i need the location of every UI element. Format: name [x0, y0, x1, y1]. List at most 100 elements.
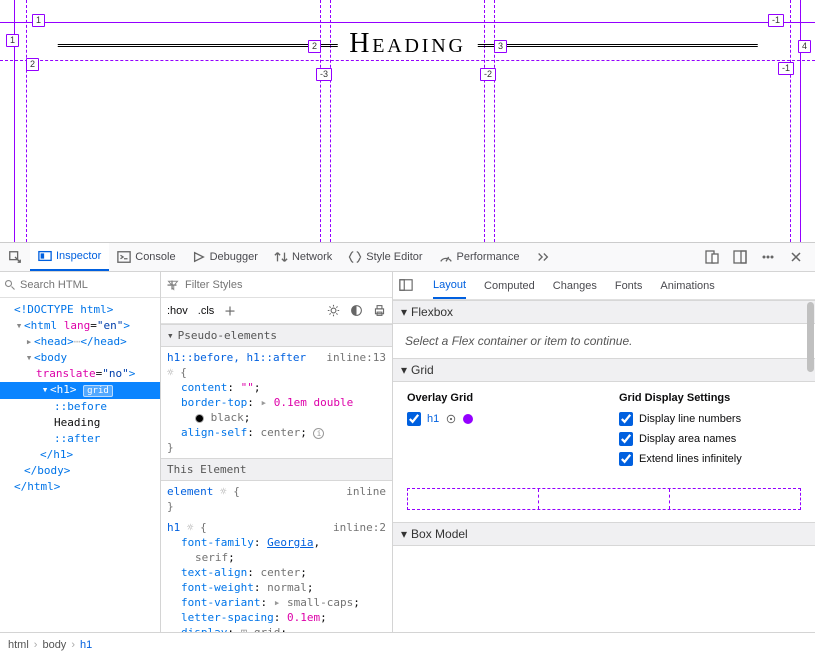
- computed-tab[interactable]: Computed: [484, 272, 535, 299]
- grid-line-h1: [0, 22, 815, 23]
- console-label: Console: [135, 251, 175, 263]
- hov-toggle[interactable]: :hov: [167, 305, 188, 317]
- console-tab[interactable]: Console: [109, 243, 183, 271]
- crumb-h1[interactable]: h1: [80, 639, 92, 651]
- pseudo-section-header[interactable]: ▾Pseudo-elements: [161, 324, 392, 347]
- grid-badge: 1: [6, 34, 19, 47]
- search-html-row: [0, 272, 160, 298]
- dom-tree[interactable]: <!DOCTYPE html> ▾<html lang="en"> ▸<head…: [0, 298, 160, 632]
- network-label: Network: [292, 251, 332, 263]
- layout-panel: Layout Computed Changes Fonts Animations…: [393, 272, 815, 632]
- sidebar-toggle-button[interactable]: [399, 278, 415, 294]
- style-editor-tab[interactable]: Style Editor: [340, 243, 430, 271]
- add-rule-button[interactable]: [224, 305, 236, 317]
- filter-styles-input[interactable]: [185, 279, 386, 291]
- light-scheme-button[interactable]: [327, 304, 340, 317]
- panels-row: <!DOCTYPE html> ▾<html lang="en"> ▸<head…: [0, 272, 815, 632]
- cls-toggle[interactable]: .cls: [198, 305, 215, 317]
- grid-section: Overlay Grid h1 Grid Display Settings Di…: [393, 382, 815, 482]
- layout-tabs: Layout Computed Changes Fonts Animations: [393, 272, 815, 300]
- grid-badge: -1: [778, 62, 794, 75]
- grid-line-v4: [790, 0, 791, 242]
- flexbox-message: Select a Flex container or item to conti…: [393, 324, 815, 358]
- line-numbers-check[interactable]: Display line numbers: [619, 412, 801, 426]
- mini-grid-preview[interactable]: [407, 488, 801, 510]
- inspector-label: Inspector: [56, 250, 101, 262]
- page-heading: Heading: [349, 28, 465, 60]
- rules-toggle-row: :hov .cls: [161, 298, 392, 324]
- grid-badge: 1: [32, 14, 45, 27]
- highlight-icon[interactable]: [445, 413, 457, 425]
- doctype-node[interactable]: <!DOCTYPE html>: [14, 303, 113, 316]
- scrollbar[interactable]: [807, 302, 814, 372]
- h1-checkbox[interactable]: [407, 412, 421, 426]
- extend-lines-check[interactable]: Extend lines infinitely: [619, 452, 801, 466]
- performance-tab[interactable]: Performance: [431, 243, 528, 271]
- overflow-tabs-button[interactable]: [528, 243, 558, 271]
- info-icon[interactable]: i: [313, 428, 324, 439]
- grid-line-h2: [0, 60, 815, 61]
- selected-node[interactable]: ▾<h1> grid: [0, 382, 160, 399]
- rule-pseudo[interactable]: h1::before, h1::after inline:13 ☼ { cont…: [161, 347, 392, 458]
- flexbox-header[interactable]: ▾Flexbox: [393, 300, 815, 324]
- search-html-input[interactable]: [20, 279, 162, 291]
- grid-badge: 3: [494, 40, 507, 53]
- rules-panel: :hov .cls ▾Pseudo-elements h1::before, h…: [161, 272, 393, 632]
- devtools-panel: Inspector Console Debugger Network Style…: [0, 242, 815, 656]
- rule-h1[interactable]: h1 ☼ { inline:2 font-family: Georgia, se…: [161, 517, 392, 632]
- grid-badge: -2: [480, 68, 496, 81]
- grid-line-v4b: [800, 0, 801, 242]
- pick-icon: [8, 250, 22, 264]
- dock-button[interactable]: [729, 246, 751, 268]
- close-devtools-button[interactable]: [785, 246, 807, 268]
- style-editor-label: Style Editor: [366, 251, 422, 263]
- grid-badge: -3: [316, 68, 332, 81]
- dark-scheme-button[interactable]: [350, 304, 363, 317]
- network-icon: [274, 250, 288, 264]
- grid-line-v2: [320, 0, 321, 242]
- grid-header[interactable]: ▾Grid: [393, 358, 815, 382]
- grid-badge: 4: [798, 40, 811, 53]
- performance-icon: [439, 250, 453, 264]
- debugger-icon: [192, 250, 206, 264]
- changes-tab[interactable]: Changes: [553, 272, 597, 299]
- crumb-body[interactable]: body: [42, 639, 66, 651]
- area-names-check[interactable]: Display area names: [619, 432, 801, 446]
- grid-line-v2b: [330, 0, 331, 242]
- inspector-icon: [38, 249, 52, 263]
- crumb-html[interactable]: html: [8, 639, 29, 651]
- debugger-tab[interactable]: Debugger: [184, 243, 266, 271]
- fonts-tab[interactable]: Fonts: [615, 272, 643, 299]
- grid-badge: 2: [308, 40, 321, 53]
- network-tab[interactable]: Network: [266, 243, 340, 271]
- chevron-right-icon: ›: [34, 639, 38, 651]
- rule-element[interactable]: element ☼ { inline }: [161, 481, 392, 517]
- animations-tab[interactable]: Animations: [660, 272, 714, 299]
- breadcrumbs: html › body › h1: [0, 632, 815, 656]
- debugger-label: Debugger: [210, 251, 258, 263]
- page-viewport: Heading 1 2 3 -1 1 2 -3 -2 4 -1: [0, 0, 815, 242]
- print-media-button[interactable]: [373, 304, 386, 317]
- inspector-tab[interactable]: Inspector: [30, 243, 109, 271]
- this-element-header: This Element: [161, 458, 392, 481]
- layout-tab[interactable]: Layout: [433, 272, 466, 299]
- rules-body: ▾Pseudo-elements h1::before, h1::after i…: [161, 324, 392, 632]
- rules-toolbar: [161, 272, 392, 298]
- more-button[interactable]: [757, 246, 779, 268]
- box-model-header[interactable]: ▾Box Model: [393, 522, 815, 546]
- filter-icon: [167, 279, 179, 291]
- chevron-double-right-icon: [536, 250, 550, 264]
- pick-element-button[interactable]: [0, 243, 30, 271]
- style-editor-icon: [348, 250, 362, 264]
- grid-line-v3b: [494, 0, 495, 242]
- grid-color-swatch[interactable]: [463, 414, 473, 424]
- display-settings-heading: Grid Display Settings: [619, 392, 801, 404]
- grid-line-v1b: [26, 0, 27, 242]
- layout-body: ▾Flexbox Select a Flex container or item…: [393, 300, 815, 632]
- markup-panel: <!DOCTYPE html> ▾<html lang="en"> ▸<head…: [0, 272, 161, 632]
- performance-label: Performance: [457, 251, 520, 263]
- search-icon: [4, 279, 16, 291]
- responsive-mode-button[interactable]: [701, 246, 723, 268]
- h1-grid-check[interactable]: h1: [407, 412, 589, 426]
- console-icon: [117, 250, 131, 264]
